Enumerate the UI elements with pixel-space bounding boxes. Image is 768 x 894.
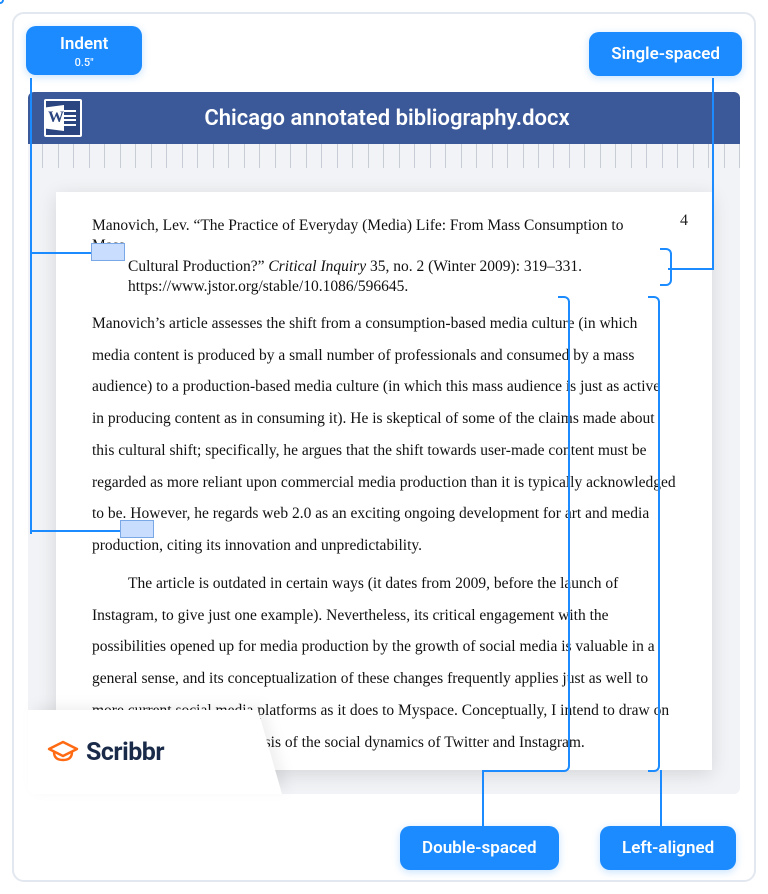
highlight-paragraph-indent: [120, 520, 154, 538]
citation-line-3: https://www.jstor.org/stable/10.1086/596…: [92, 277, 636, 297]
citation-line-2: Cultural Production?” Critical Inquiry 3…: [92, 257, 636, 277]
graduation-cap-icon: [48, 741, 78, 763]
highlight-hanging-indent: [91, 243, 125, 261]
brand-logo: Scribbr: [28, 710, 238, 794]
document-titlebar: Chicago annotated bibliography.docx: [28, 92, 740, 144]
callout-single-spaced: Single-spaced: [589, 32, 742, 76]
word-icon: [44, 99, 82, 137]
document-page: 4 Manovich, Lev. “The Practice of Everyd…: [56, 192, 712, 770]
callout-indent-title: Indent: [60, 34, 108, 54]
callout-double-spaced: Double-spaced: [400, 826, 559, 870]
connector-node: [0, 0, 4, 4]
annotation-paragraph-1: Manovich’s article assesses the shift fr…: [92, 308, 676, 562]
callout-left-aligned: Left-aligned: [600, 826, 736, 870]
citation-line-1: Manovich, Lev. “The Practice of Everyday…: [92, 216, 636, 257]
page-background: 4 Manovich, Lev. “The Practice of Everyd…: [28, 168, 740, 794]
ruler: [28, 144, 740, 168]
page-number: 4: [680, 212, 688, 230]
citation-entry: Manovich, Lev. “The Practice of Everyday…: [92, 216, 676, 298]
callout-indent: Indent 0.5": [26, 26, 142, 75]
document-filename: Chicago annotated bibliography.docx: [82, 106, 740, 131]
page-content: Manovich, Lev. “The Practice of Everyday…: [92, 216, 676, 759]
brand-name: Scribbr: [86, 738, 164, 767]
callout-indent-sub: 0.5": [60, 56, 108, 69]
